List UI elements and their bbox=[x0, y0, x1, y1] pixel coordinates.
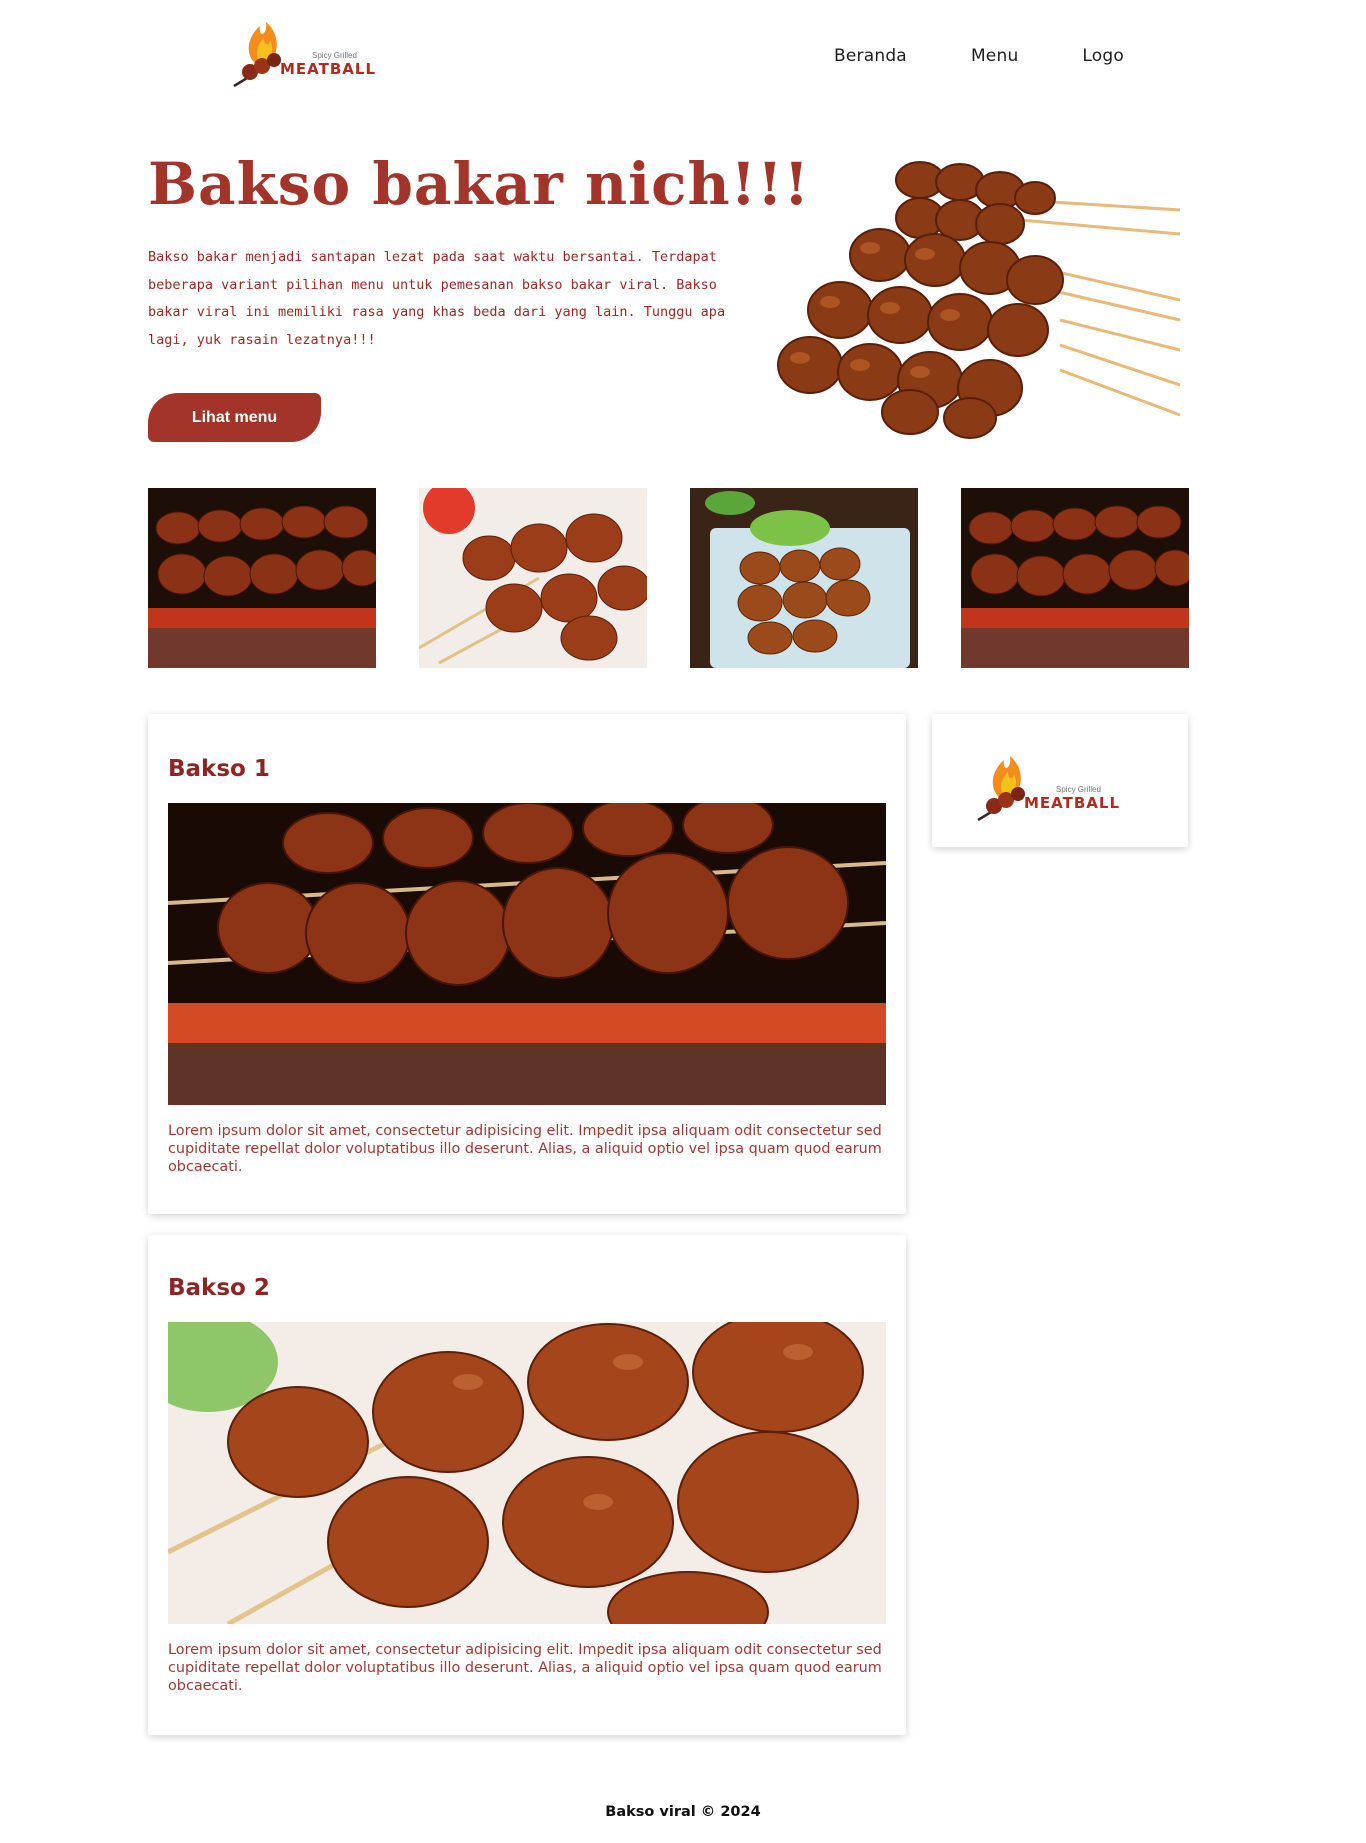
gallery-image[interactable] bbox=[148, 488, 376, 668]
hero-title: Bakso bakar nich!!! bbox=[148, 150, 811, 218]
footer-text: Bakso viral © 2024 bbox=[605, 1804, 761, 1820]
card-image bbox=[168, 1322, 886, 1624]
logo-card: Spicy Grilled MEATBALL bbox=[932, 714, 1188, 847]
hero-meatball-image bbox=[777, 161, 1181, 439]
hero-description: Bakso bakar menjadi santapan lezat pada … bbox=[148, 249, 726, 348]
card-description: Lorem ipsum dolor sit amet, consectetur … bbox=[168, 1642, 882, 1694]
nav-beranda[interactable]: Beranda bbox=[834, 46, 907, 66]
view-menu-button[interactable]: Lihat menu bbox=[148, 393, 321, 442]
brand-logo[interactable]: Spicy Grilled MEATBALL bbox=[230, 14, 380, 94]
card-description: Lorem ipsum dolor sit amet, consectetur … bbox=[168, 1123, 882, 1175]
gallery-image[interactable] bbox=[419, 488, 647, 668]
gallery-image[interactable] bbox=[690, 488, 918, 668]
svg-text:Spicy Grilled: Spicy Grilled bbox=[1056, 785, 1101, 794]
image-gallery bbox=[148, 488, 1189, 668]
card-title: Bakso 2 bbox=[168, 1275, 270, 1301]
main-nav: Beranda Menu Logo bbox=[834, 46, 1124, 66]
menu-card: Bakso 1 Lorem ipsum dolor sit amet, cons… bbox=[148, 714, 906, 1214]
nav-menu[interactable]: Menu bbox=[971, 46, 1018, 66]
card-title: Bakso 1 bbox=[168, 756, 270, 782]
svg-text:MEATBALL: MEATBALL bbox=[1024, 794, 1120, 812]
brand-logo: Spicy Grilled MEATBALL bbox=[977, 756, 1120, 822]
gallery-image[interactable] bbox=[961, 488, 1189, 668]
nav-logo[interactable]: Logo bbox=[1082, 46, 1124, 66]
svg-text:Spicy Grilled: Spicy Grilled bbox=[312, 51, 357, 60]
menu-card: Bakso 2 Lorem ipsum dolor sit amet, cons… bbox=[148, 1235, 906, 1735]
card-image bbox=[168, 803, 886, 1105]
svg-text:MEATBALL: MEATBALL bbox=[280, 60, 376, 78]
